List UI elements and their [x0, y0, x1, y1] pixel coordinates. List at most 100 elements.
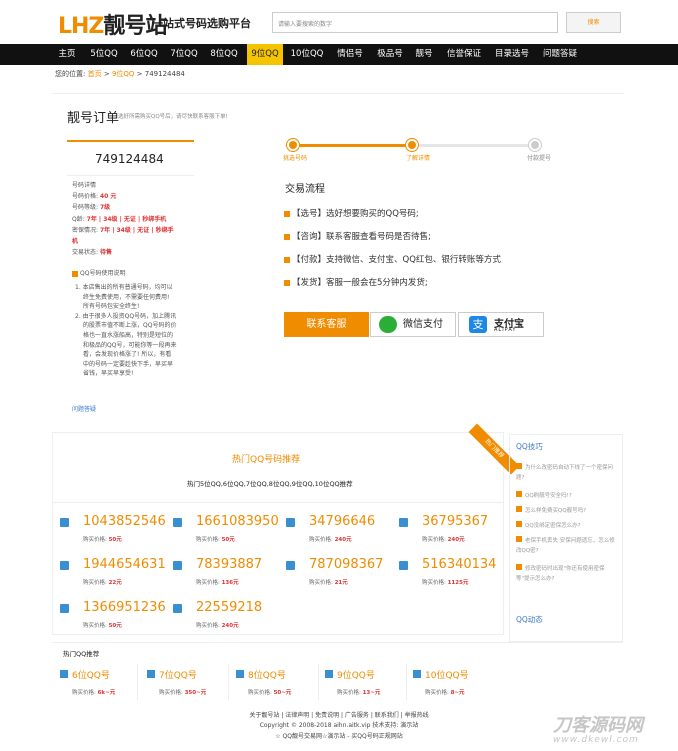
step-label-1: 挑选号码: [283, 155, 308, 162]
price-value: 240元: [221, 623, 239, 629]
watermark-url: www.dkewl.com: [553, 735, 639, 745]
nav-item-credit[interactable]: 信誉保证: [440, 44, 488, 65]
nav-item-7qq[interactable]: 7位QQ: [164, 44, 204, 65]
qq-tip-item[interactable]: 修改密码时出现"你还有使用密保等"提示怎么办?: [516, 564, 618, 584]
alipay-button[interactable]: 支 支付宝 ALIPAY: [458, 312, 544, 337]
hot-number-item[interactable]: 516340134 购买价格: 1125元: [399, 557, 509, 598]
number-icon: [399, 561, 408, 570]
flow-item-text: 【选号】选好想要购买的QQ号码;: [292, 209, 419, 219]
nav-item-9qq[interactable]: 9位QQ: [247, 44, 283, 65]
price-value: 8~元: [450, 690, 465, 696]
detail-security-cont: 机: [72, 236, 174, 247]
qq-tip-link[interactable]: 修改密码时出现"你还有使用密保等"提示怎么办?: [516, 566, 605, 582]
hot-price: 购买价格: 240元: [196, 621, 239, 629]
notice-title-text: QQ号码使用说明: [80, 270, 126, 277]
number-icon: [173, 561, 182, 570]
detail-label: 号码等级:: [72, 204, 100, 212]
price-value: 50元: [221, 537, 235, 543]
qq-tip-item[interactable]: QQ没绑定密保怎么办?: [516, 521, 618, 531]
flow-item: 【付款】支持微信、支付宝、QQ红包、银行转账等方式: [284, 253, 501, 265]
watermark: 刀客源码网: [553, 715, 643, 736]
nav-item-couple[interactable]: 情侣号: [330, 44, 370, 65]
logo-latin: LHZ: [58, 14, 104, 39]
category-name[interactable]: 9位QQ号: [337, 668, 375, 681]
qq-tips-title: QQ技巧: [516, 442, 543, 451]
category-price: 购买价格: 8~元: [425, 688, 465, 696]
nav-item-10qq[interactable]: 10位QQ: [286, 44, 328, 65]
category-name[interactable]: 7位QQ号: [159, 668, 197, 681]
checkbox-icon: [284, 233, 290, 240]
contact-service-button[interactable]: 联系客服: [284, 312, 369, 337]
hot-number[interactable]: 1944654631: [83, 557, 166, 572]
hot-number[interactable]: 22559218: [196, 600, 262, 615]
hot-number[interactable]: 1366951236: [83, 600, 166, 615]
hot-number-item[interactable]: 787098367 购买价格: 21元: [286, 557, 396, 598]
qq-tip-item[interactable]: 怎么样免费买QQ靓号吗?: [516, 506, 618, 516]
nav-item-6qq[interactable]: 6位QQ: [124, 44, 164, 65]
hot-number-item[interactable]: 36795367 购买价格: 240元: [399, 514, 509, 555]
qq-tip-item[interactable]: QQ刷靓号安全吗!?: [516, 491, 618, 501]
category-price: 购买价格: 350~元: [159, 688, 206, 696]
price-value: 50~元: [273, 690, 292, 696]
nav-item-catalog[interactable]: 目录选号: [488, 44, 536, 65]
breadcrumb-home[interactable]: 首页: [88, 70, 102, 78]
qq-tip-link[interactable]: 为什么改密码自动下线了一个密保问题?: [516, 465, 613, 481]
detail-label: Q龄:: [72, 215, 87, 223]
hot-number-item[interactable]: 1043852546 购买价格: 50元: [60, 514, 170, 555]
hot-number-item[interactable]: 78393887 购买价格: 136元: [173, 557, 283, 598]
qq-tip-link[interactable]: 怎么样免费买QQ靓号吗?: [525, 508, 586, 514]
step-label-2: 了解详情: [406, 155, 431, 162]
search-button[interactable]: 搜索: [566, 12, 621, 33]
qq-tip-link[interactable]: 老保手机丢失 安保问题遗忘，怎么修改QQ密?: [516, 538, 615, 554]
notice-text: 1. 本店售出的所有普通号码，均可以 终生免费使用，不需要任何费用! 所有号码包…: [75, 283, 191, 379]
step-dot-2: [406, 139, 418, 151]
price-label: 购买价格:: [309, 537, 335, 543]
wechat-icon: [379, 316, 397, 333]
nav-item-home[interactable]: 主页: [50, 44, 84, 65]
hot-number[interactable]: 36795367: [422, 514, 488, 529]
breadcrumb-category[interactable]: 9位QQ: [112, 70, 134, 78]
hot-number[interactable]: 1661083950: [196, 514, 279, 529]
hot-number[interactable]: 78393887: [196, 557, 262, 572]
price-label: 购买价格:: [337, 690, 363, 696]
category-name[interactable]: 6位QQ号: [72, 668, 110, 681]
hot-number-item[interactable]: 22559218 购买价格: 240元: [173, 600, 283, 641]
breadcrumb-current: 749124484: [144, 70, 185, 78]
nav-item-5qq[interactable]: 5位QQ: [84, 44, 124, 65]
price-label: 购买价格:: [248, 690, 274, 696]
qq-tip-link[interactable]: QQ刷靓号安全吗!?: [525, 493, 572, 499]
nav-item-premium[interactable]: 极品号: [370, 44, 410, 65]
wechat-pay-button[interactable]: 微信支付: [370, 312, 456, 337]
hot-number-item[interactable]: 34796646 购买价格: 240元: [286, 514, 396, 555]
nav-item-faq[interactable]: 问题答疑: [536, 44, 584, 65]
number-icon: [173, 518, 182, 527]
hot-number[interactable]: 34796646: [309, 514, 375, 529]
hot-number-item[interactable]: 1366951236 购买价格: 50元: [60, 600, 170, 641]
category-name[interactable]: 10位QQ号: [425, 668, 469, 681]
price-label: 购买价格:: [159, 690, 185, 696]
hot-number[interactable]: 1043852546: [83, 514, 166, 529]
hot-number-item[interactable]: 1944654631 购买价格: 22元: [60, 557, 170, 598]
detail-value: 待售: [99, 249, 112, 257]
bullet-icon: [516, 463, 522, 469]
search-input[interactable]: 请输入要搜索的数字: [272, 12, 558, 33]
notice-line: 的股票市值不断上涨，QQ号码的价: [83, 322, 177, 330]
notice-line: 看，会发现价格涨了! 所以，有看: [83, 351, 172, 359]
nav-item-8qq[interactable]: 8位QQ: [204, 44, 244, 65]
faq-link[interactable]: 问题答疑: [72, 404, 96, 413]
hot-number-item[interactable]: 1661083950 购买价格: 50元: [173, 514, 283, 555]
category-name[interactable]: 8位QQ号: [248, 668, 286, 681]
category-icon: [147, 670, 155, 678]
hot-number[interactable]: 787098367: [309, 557, 383, 572]
qq-tip-link[interactable]: QQ没绑定密保怎么办?: [525, 523, 581, 529]
hot-number[interactable]: 516340134: [422, 557, 496, 572]
bullet-icon: [516, 491, 522, 497]
site-logo[interactable]: LHZ靓号站: [58, 8, 167, 40]
hot-price: 购买价格: 50元: [83, 621, 122, 629]
price-value: 22元: [108, 580, 122, 586]
qq-tip-item[interactable]: 为什么改密码自动下线了一个密保问题?: [516, 463, 618, 483]
order-title: 靓号订单: [67, 111, 120, 126]
qq-tip-item[interactable]: 老保手机丢失 安保问题遗忘，怎么修改QQ密?: [516, 536, 618, 556]
nav-item-pretty[interactable]: 靓号: [410, 44, 438, 65]
hot-qq-title: 热门QQ推荐: [63, 650, 100, 658]
